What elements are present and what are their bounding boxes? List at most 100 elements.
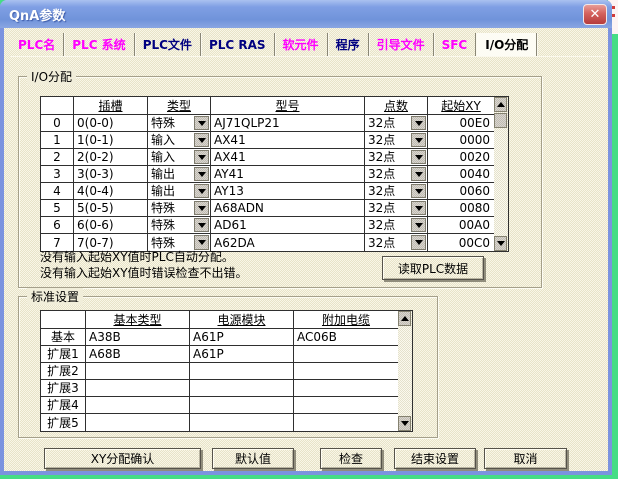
std-power-cell[interactable]: A61P: [190, 329, 294, 346]
io-type-cell[interactable]: 特殊: [148, 234, 211, 251]
std-cable-cell[interactable]: [294, 346, 398, 363]
tab-sfc[interactable]: SFC: [434, 33, 477, 56]
cancel-button[interactable]: 取消: [484, 448, 567, 469]
type-dropdown-button[interactable]: [194, 150, 209, 164]
io-points-cell[interactable]: 32点: [365, 183, 428, 200]
io-points-cell[interactable]: 32点: [365, 234, 428, 251]
tab-plc-file[interactable]: PLC文件: [135, 33, 201, 56]
std-power-cell[interactable]: A61P: [190, 346, 294, 363]
io-startxy-cell[interactable]: 00E0: [428, 115, 494, 132]
std-power-cell[interactable]: [190, 363, 294, 380]
io-row-number: 5: [41, 200, 74, 217]
standard-table-row: 扩展2: [41, 363, 398, 380]
io-model-cell[interactable]: AY41: [211, 166, 365, 183]
scroll-down-button[interactable]: [494, 236, 507, 251]
points-dropdown-button[interactable]: [411, 184, 426, 198]
io-points-cell[interactable]: 32点: [365, 149, 428, 166]
io-model-cell[interactable]: A68ADN: [211, 200, 365, 217]
io-type-cell[interactable]: 输入: [148, 132, 211, 149]
io-type-cell[interactable]: 特殊: [148, 200, 211, 217]
std-row-label: 扩展1: [41, 346, 86, 363]
tab-boot-file[interactable]: 引导文件: [369, 33, 434, 56]
points-dropdown-button[interactable]: [411, 116, 426, 130]
tab-io-assignment[interactable]: I/O分配: [476, 33, 537, 56]
points-dropdown-button[interactable]: [411, 235, 426, 250]
std-power-cell[interactable]: [190, 397, 294, 414]
type-dropdown-button[interactable]: [194, 218, 209, 232]
tab-plc-system[interactable]: PLC 系统: [64, 33, 134, 56]
title-bar[interactable]: QnA参数 ✕: [0, 0, 612, 28]
io-points-cell[interactable]: 32点: [365, 132, 428, 149]
std-base-type-cell[interactable]: A68B: [86, 346, 190, 363]
io-model-cell[interactable]: A62DA: [211, 234, 365, 251]
scroll-up-icon: [401, 316, 409, 321]
io-model-cell[interactable]: AX41: [211, 149, 365, 166]
end-setup-button[interactable]: 结束设置: [394, 448, 476, 469]
points-dropdown-button[interactable]: [411, 150, 426, 164]
scrollbar-thumb[interactable]: [494, 113, 507, 128]
std-cable-cell[interactable]: [294, 363, 398, 380]
io-points-cell[interactable]: 32点: [365, 200, 428, 217]
io-points-cell[interactable]: 32点: [365, 166, 428, 183]
type-dropdown-button[interactable]: [194, 167, 209, 181]
io-model-cell[interactable]: AD61: [211, 217, 365, 234]
std-base-type-cell[interactable]: A38B: [86, 329, 190, 346]
io-type-cell[interactable]: 输出: [148, 183, 211, 200]
std-cable-cell[interactable]: [294, 380, 398, 397]
io-startxy-cell[interactable]: 0040: [428, 166, 494, 183]
io-type-cell[interactable]: 特殊: [148, 217, 211, 234]
type-dropdown-button[interactable]: [194, 116, 209, 130]
read-plc-data-button[interactable]: 读取PLC数据: [382, 256, 484, 280]
tab-program[interactable]: 程序: [328, 33, 369, 56]
points-dropdown-button[interactable]: [411, 218, 426, 232]
std-base-type-cell[interactable]: [86, 380, 190, 397]
std-base-type-cell[interactable]: [86, 414, 190, 431]
tab-plc-ras[interactable]: PLC RAS: [201, 33, 275, 56]
points-dropdown-button[interactable]: [411, 133, 426, 147]
io-startxy-cell[interactable]: 0060: [428, 183, 494, 200]
type-dropdown-button[interactable]: [194, 235, 209, 250]
default-button[interactable]: 默认值: [212, 448, 294, 469]
io-startxy-cell[interactable]: 0080: [428, 200, 494, 217]
io-points-cell[interactable]: 32点: [365, 115, 428, 132]
std-power-cell[interactable]: [190, 380, 294, 397]
close-button[interactable]: ✕: [583, 4, 607, 25]
type-dropdown-button[interactable]: [194, 201, 209, 215]
scroll-up-button[interactable]: [494, 97, 507, 112]
io-model-cell[interactable]: AY13: [211, 183, 365, 200]
std-cable-cell[interactable]: [294, 397, 398, 414]
xy-assignment-confirm-button[interactable]: XY分配确认: [44, 448, 201, 469]
io-model-cell[interactable]: AJ71QLP21: [211, 115, 365, 132]
std-base-type-cell[interactable]: [86, 397, 190, 414]
check-button[interactable]: 检查: [320, 448, 382, 469]
tab-device[interactable]: 软元件: [275, 33, 328, 56]
io-model-cell[interactable]: AX41: [211, 132, 365, 149]
io-startxy-cell[interactable]: 00A0: [428, 217, 494, 234]
std-base-type-cell[interactable]: [86, 363, 190, 380]
io-row-number: 6: [41, 217, 74, 234]
io-type-value: 输入: [151, 133, 175, 147]
std-power-cell[interactable]: [190, 414, 294, 431]
io-slot-cell: 3(0-3): [74, 166, 148, 183]
io-type-cell[interactable]: 输出: [148, 166, 211, 183]
io-points-cell[interactable]: 32点: [365, 217, 428, 234]
points-dropdown-button[interactable]: [411, 167, 426, 181]
std-cable-cell[interactable]: [294, 414, 398, 431]
tab-plc-name[interactable]: PLC名: [10, 33, 64, 56]
standard-table-scrollbar[interactable]: [398, 310, 413, 432]
io-table-scrollbar[interactable]: [494, 96, 509, 252]
type-dropdown-button[interactable]: [194, 133, 209, 147]
chevron-down-icon: [415, 155, 423, 160]
io-type-value: 特殊: [151, 218, 175, 232]
points-dropdown-button[interactable]: [411, 201, 426, 215]
io-type-cell[interactable]: 特殊: [148, 115, 211, 132]
io-startxy-cell[interactable]: 00C0: [428, 234, 494, 251]
io-table: 插槽 类型 型号 点数 起始XY 0 0(0-0) 特殊 AJ71QLP21 3…: [40, 96, 495, 252]
std-cable-cell[interactable]: AC06B: [294, 329, 398, 346]
io-type-cell[interactable]: 输入: [148, 149, 211, 166]
scroll-down-button[interactable]: [398, 416, 411, 431]
io-startxy-cell[interactable]: 0000: [428, 132, 494, 149]
io-startxy-cell[interactable]: 0020: [428, 149, 494, 166]
type-dropdown-button[interactable]: [194, 184, 209, 198]
scroll-up-button[interactable]: [398, 311, 411, 326]
